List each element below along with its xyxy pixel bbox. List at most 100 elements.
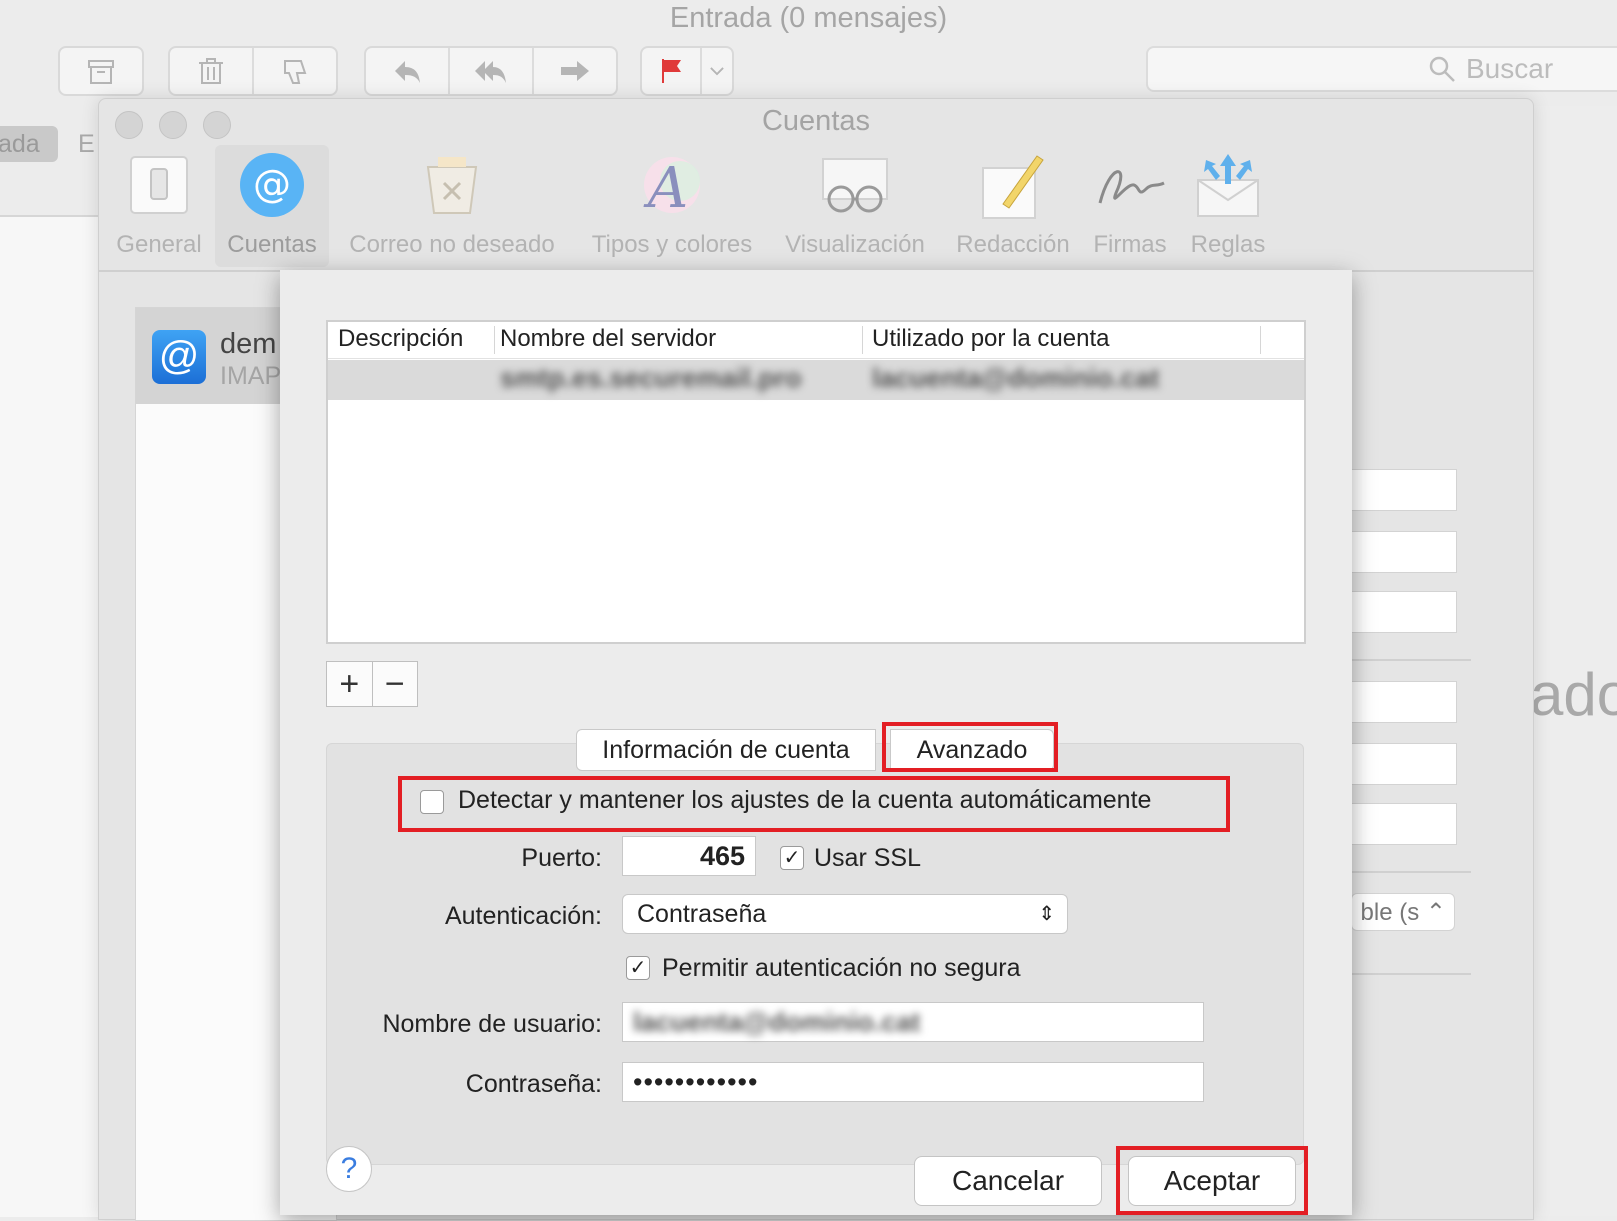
column-descripcion[interactable]: Descripción <box>338 325 463 353</box>
forward-arrow-icon <box>561 61 589 81</box>
delete-button[interactable] <box>170 48 254 94</box>
flag-menu-button[interactable] <box>702 48 732 94</box>
port-label: Puerto: <box>521 844 602 872</box>
tab-visualizacion-label: Visualización <box>785 231 925 258</box>
bg-field <box>1351 803 1457 845</box>
archive-box-icon <box>88 60 114 84</box>
thumbs-down-icon <box>284 60 307 84</box>
bg-select: ble (s ⌃ <box>1351 893 1455 931</box>
flag-group <box>640 46 734 96</box>
tab-firmas-label: Firmas <box>1093 231 1167 258</box>
ssl-label: Usar SSL <box>814 844 921 872</box>
auth-select[interactable]: Contraseña ⇕ <box>622 894 1068 934</box>
table-header: Descripción Nombre del servidor Utilizad… <box>328 322 1304 359</box>
mailbox-list <box>0 217 98 1217</box>
tab-tipos-label: Tipos y colores <box>591 231 753 258</box>
add-server-button[interactable]: + <box>327 662 373 706</box>
delete-junk-group <box>168 46 338 96</box>
smtp-server-sheet: Descripción Nombre del servidor Utilizad… <box>280 270 1352 1215</box>
account-details-background: ble (s ⌃ <box>1351 323 1511 1219</box>
add-remove-control: + − <box>326 661 418 707</box>
trash-junk-icon <box>426 157 478 214</box>
tab-correo-no-deseado[interactable]: Correo no deseado <box>339 145 565 267</box>
at-icon: @ <box>152 330 206 384</box>
bg-field <box>1351 681 1457 723</box>
port-input[interactable]: 465 <box>622 836 756 876</box>
account-type: IMAP <box>220 362 282 390</box>
divider <box>1351 973 1471 975</box>
divider <box>1351 659 1471 661</box>
auth-select-value: Contraseña <box>637 900 767 928</box>
favorite-inbox[interactable]: ada <box>0 126 58 162</box>
column-divider <box>1260 326 1261 354</box>
tab-cuentas[interactable]: @ Cuentas <box>215 145 329 267</box>
bg-field <box>1351 531 1457 573</box>
column-divider <box>862 326 863 354</box>
ssl-checkbox[interactable]: ✓ <box>780 846 804 870</box>
table-row[interactable]: smtp.es.securemail.pro lacuenta@dominio.… <box>328 360 1304 400</box>
tab-general-label: General <box>116 231 202 258</box>
tab-correo-label: Correo no deseado <box>349 231 555 258</box>
preferences-title: Cuentas <box>761 105 870 137</box>
junk-button[interactable] <box>254 48 336 94</box>
search-placeholder: Buscar <box>1466 53 1554 84</box>
help-button[interactable]: ? <box>326 1146 372 1192</box>
tab-visualizacion[interactable]: Visualización <box>775 145 935 267</box>
reply-all-arrow-icon <box>475 61 506 83</box>
auth-label: Autenticación: <box>444 902 602 930</box>
reply-button[interactable] <box>366 48 450 94</box>
bg-field <box>1351 591 1457 633</box>
column-cuenta[interactable]: Utilizado por la cuenta <box>872 325 1109 353</box>
svg-text:@: @ <box>253 162 291 206</box>
search-input[interactable]: Buscar <box>1146 46 1617 92</box>
reply-group <box>364 46 618 96</box>
tab-redaccion[interactable]: Redacción <box>945 145 1081 267</box>
trash-icon <box>199 58 223 84</box>
tab-reglas-label: Reglas <box>1190 231 1266 258</box>
password-label: Contraseña: <box>465 1070 602 1098</box>
server-name-cell: smtp.es.securemail.pro <box>500 363 802 393</box>
tab-reglas[interactable]: Reglas <box>1183 145 1273 267</box>
main-window-title: Entrada (0 mensajes) <box>669 2 948 34</box>
cancel-button[interactable]: Cancelar <box>914 1156 1102 1206</box>
password-input[interactable]: •••••••••••• <box>622 1062 1204 1102</box>
column-divider <box>494 326 495 354</box>
tab-tipos-colores[interactable]: A Tipos y colores <box>579 145 765 267</box>
column-servidor[interactable]: Nombre del servidor <box>500 325 716 353</box>
bg-select-text: ble (s <box>1360 899 1420 926</box>
tab-informacion-cuenta[interactable]: Información de cuenta <box>576 729 876 771</box>
reply-all-button[interactable] <box>450 48 534 94</box>
username-input[interactable]: lacuenta@dominio.cat <box>622 1002 1204 1042</box>
flag-button[interactable] <box>642 48 702 94</box>
background-text: ado <box>1530 661 1617 728</box>
reply-arrow-icon <box>395 61 420 83</box>
updown-chevron-icon: ⇕ <box>1038 903 1055 925</box>
divider <box>1351 871 1471 873</box>
tab-cuentas-label: Cuentas <box>227 231 317 258</box>
remove-server-button[interactable]: − <box>373 662 418 706</box>
switch-icon <box>130 156 188 214</box>
at-icon: @ <box>240 153 304 217</box>
tab-general[interactable]: General <box>111 145 207 267</box>
username-label: Nombre de usuario: <box>382 1010 602 1038</box>
pencil-icon <box>982 155 1044 219</box>
insecure-auth-label: Permitir autenticación no segura <box>662 954 1021 982</box>
bg-field <box>1351 743 1457 785</box>
insecure-auth-checkbox[interactable]: ✓ <box>626 956 650 980</box>
rules-envelope-icon <box>1197 154 1259 217</box>
red-flag-icon <box>662 59 681 83</box>
favorite-other[interactable]: E <box>78 126 95 162</box>
archive-group <box>58 46 144 96</box>
svg-text:A: A <box>643 156 688 217</box>
fonts-colors-icon: A <box>643 156 700 217</box>
tab-firmas[interactable]: Firmas <box>1085 145 1175 267</box>
auto-detect-checkbox[interactable] <box>420 790 444 814</box>
preferences-toolbar: General @ Cuentas Correo no deseado A Ti… <box>99 145 1533 272</box>
username-value: lacuenta@dominio.cat <box>633 1007 921 1037</box>
account-name: dem <box>220 328 277 360</box>
smtp-server-table: Descripción Nombre del servidor Utilizad… <box>326 320 1306 644</box>
bg-field <box>1351 469 1457 511</box>
highlight-avanzado <box>882 722 1058 772</box>
archive-button[interactable] <box>60 48 142 94</box>
forward-button[interactable] <box>534 48 616 94</box>
